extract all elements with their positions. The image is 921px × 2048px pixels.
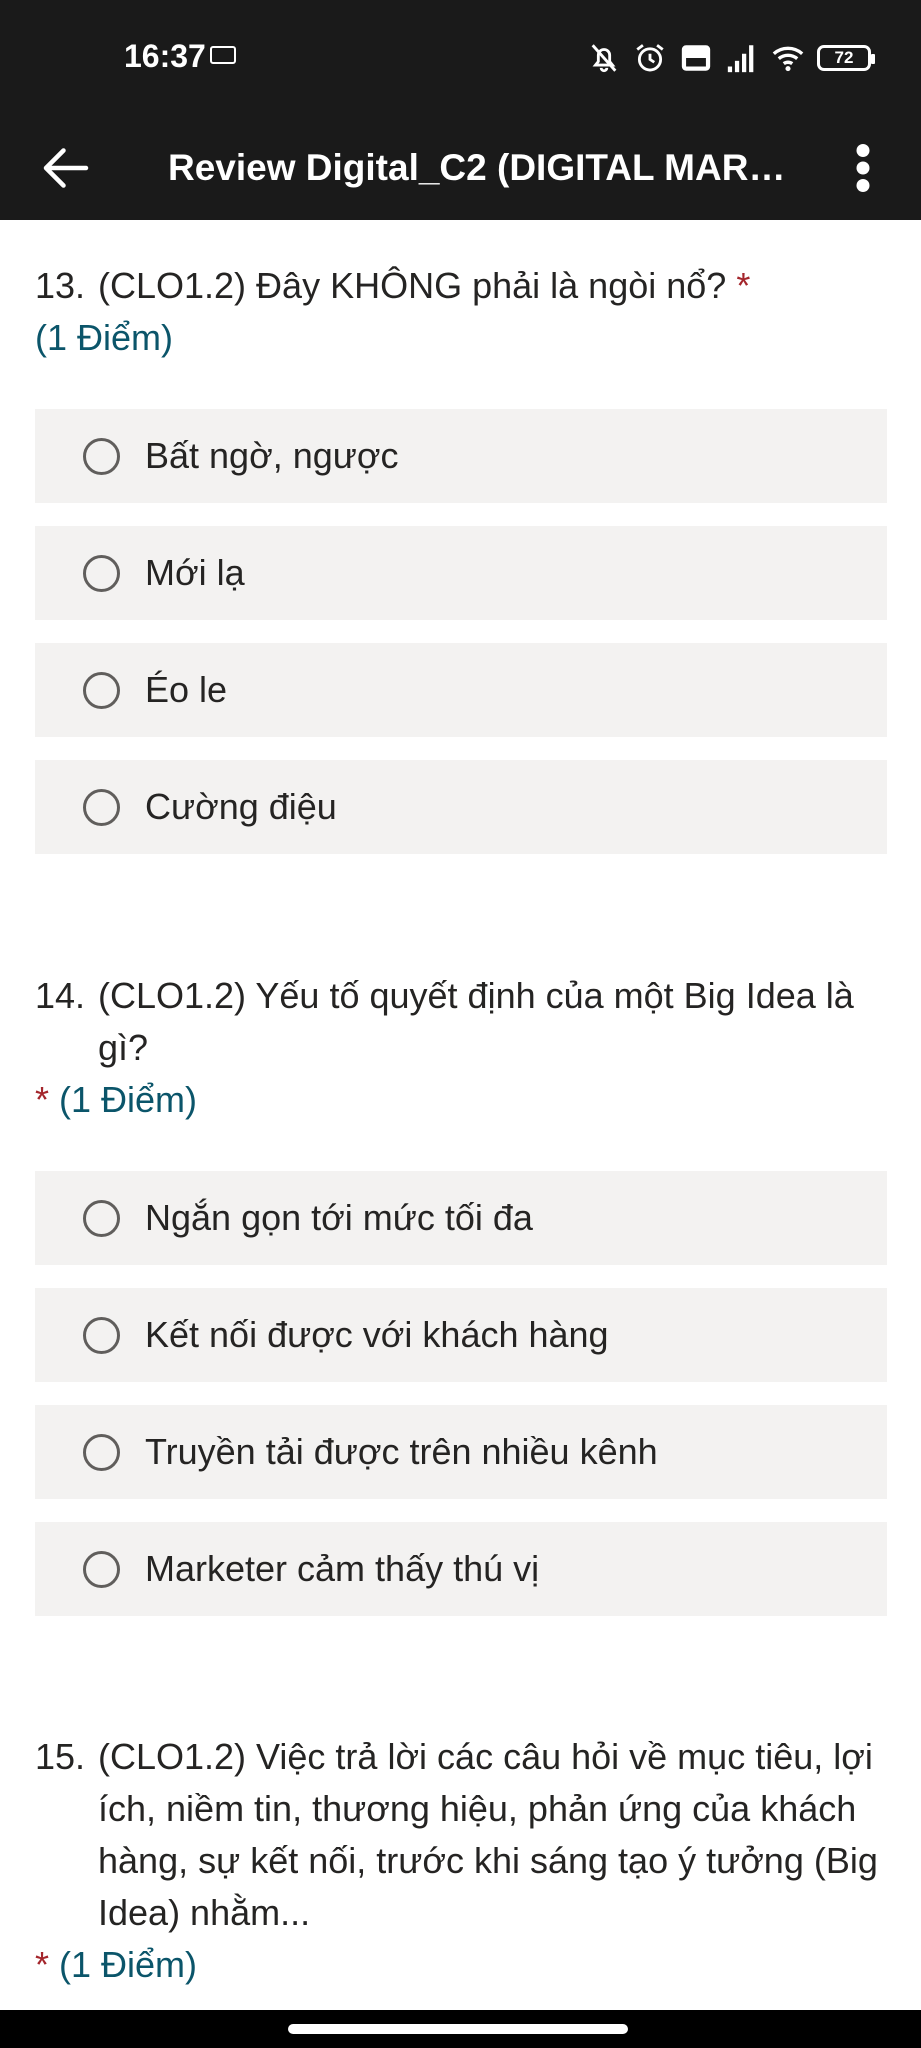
option-q13-2[interactable]: Mới lạ [35,526,887,620]
volte-icon [681,45,711,71]
notification-icon [210,46,236,64]
question-number: 14. [35,975,86,1016]
battery-icon: 72 [817,45,875,71]
option-q14-3[interactable]: Truyền tải được trên nhiều kênh [35,1405,887,1499]
alarm-icon [636,44,664,72]
status-time: 16:37 [124,38,206,74]
required-mark: * [35,1944,50,1985]
question-title: (CLO1.2) Đây KHÔNG phải là ngòi nổ? [98,265,727,306]
option-q14-1[interactable]: Ngắn gọn tới mức tối đa [35,1171,887,1265]
radio-button[interactable] [83,1433,120,1471]
question-points: (1 Điểm) [35,317,174,358]
back-arrow-icon[interactable] [36,138,96,198]
wifi-icon [772,46,804,72]
option-q14-2[interactable]: Kết nối được với khách hàng [35,1288,887,1382]
question-number: 15. [35,1736,86,1777]
option-q13-4[interactable]: Cường điệu [35,760,887,854]
option-q13-1[interactable]: Bất ngờ, ngược [35,409,887,503]
more-vert-icon[interactable] [848,138,878,198]
option-label: Marketer cảm thấy thú vị [145,1548,540,1589]
question-text: 15. (CLO1.2) Việc trả lời các câu hỏi về … [35,1731,885,1939]
question-title: (CLO1.2) Việc trả lời các câu hỏi về mục… [98,1736,878,1933]
question-title: (CLO1.2) Yếu tố quyết định của một Big I… [98,975,854,1068]
navigation-bar [0,2010,921,2048]
option-q13-3[interactable]: Éo le [35,643,887,737]
status-icons: 72 [587,38,875,78]
points-line: (1 Điểm) [35,312,885,364]
required-mark: * [736,265,751,306]
option-q14-4[interactable]: Marketer cảm thấy thú vị [35,1522,887,1616]
signal-icon [727,45,754,73]
radio-button[interactable] [83,1199,120,1237]
radio-button[interactable] [83,1316,120,1354]
option-label: Truyền tải được trên nhiều kênh [145,1431,658,1472]
question-13: 13. (CLO1.2) Đây KHÔNG phải là ngòi nổ? *… [35,260,885,364]
app-bar: Review Digital_C2 (DIGITAL MARKE... [0,116,921,220]
question-points: (1 Điểm) [59,1944,198,1985]
radio-button[interactable] [83,788,120,826]
question-text: 14. (CLO1.2) Yếu tố quyết định của một Bi… [35,970,885,1074]
option-label: Éo le [145,669,228,710]
home-gesture-handle[interactable] [288,2024,628,2034]
radio-button[interactable] [83,554,120,592]
question-text: 13. (CLO1.2) Đây KHÔNG phải là ngòi nổ? * [35,260,885,312]
points-line: * (1 Điểm) [35,1939,885,1991]
question-points: (1 Điểm) [59,1079,198,1120]
option-label: Bất ngờ, ngược [145,435,399,476]
option-label: Mới lạ [145,552,245,593]
radio-button[interactable] [83,437,120,475]
radio-button[interactable] [83,671,120,709]
radio-button[interactable] [83,1550,120,1588]
option-label: Ngắn gọn tới mức tối đa [145,1197,533,1238]
option-label: Kết nối được với khách hàng [145,1314,609,1355]
muted-bell-icon [591,44,617,73]
required-mark: * [35,1079,50,1120]
app-title: Review Digital_C2 (DIGITAL MARKE... [168,147,808,188]
points-line: * (1 Điểm) [35,1074,885,1126]
question-14: 14. (CLO1.2) Yếu tố quyết định của một Bi… [35,970,885,1126]
question-15: 15. (CLO1.2) Việc trả lời các câu hỏi về … [35,1731,885,1991]
question-number: 13. [35,265,86,306]
status-bar: 16:37 72 [0,0,921,116]
option-label: Cường điệu [145,786,337,827]
